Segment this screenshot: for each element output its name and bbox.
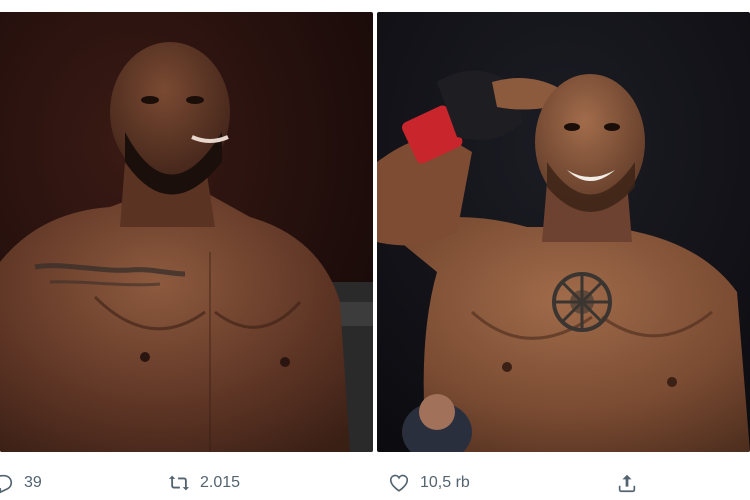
share-icon — [618, 474, 636, 493]
media-photo-left[interactable] — [0, 12, 373, 452]
share-button[interactable] — [616, 466, 638, 500]
reply-icon — [0, 474, 13, 494]
heart-icon — [389, 474, 409, 492]
reply-count: 39 — [24, 474, 42, 491]
retweet-count: 2.015 — [200, 474, 241, 491]
retweet-icon — [168, 475, 190, 491]
media-photo-right[interactable] — [377, 12, 750, 452]
fighter-photo-right — [377, 12, 750, 452]
fighter-photo-left — [0, 12, 373, 452]
tweet-media-grid — [0, 12, 750, 452]
retweet-button[interactable]: 2.015 — [168, 466, 240, 500]
like-count: 10,5 rb — [420, 474, 470, 491]
tweet-action-bar: 39 2.015 10,5 rb — [0, 466, 750, 500]
reply-button[interactable]: 39 — [0, 466, 42, 500]
like-button[interactable]: 10,5 rb — [388, 466, 470, 500]
